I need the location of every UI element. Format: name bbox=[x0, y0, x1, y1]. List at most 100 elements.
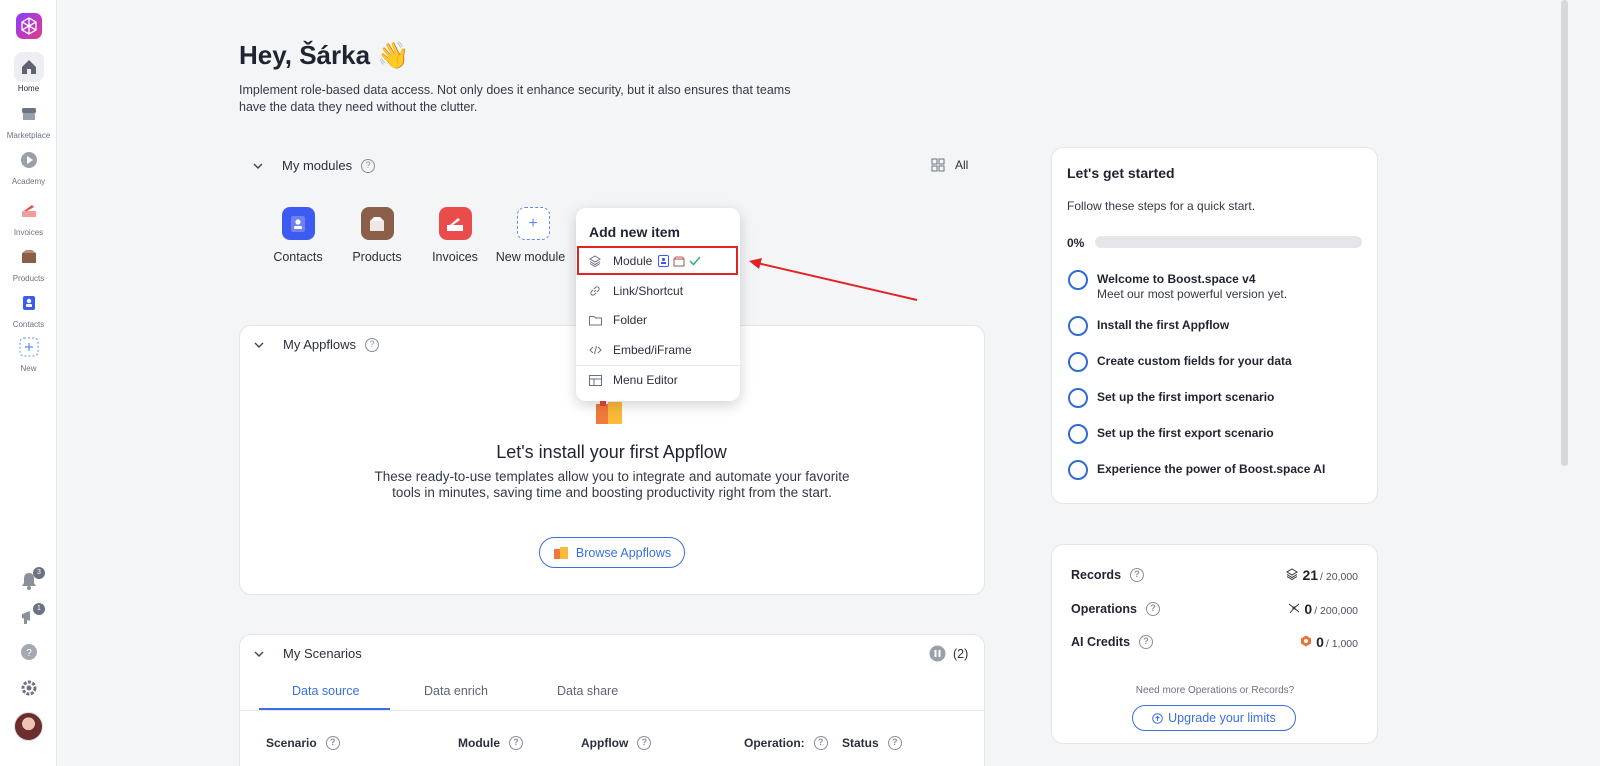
box-icon bbox=[360, 207, 394, 240]
menu-item-embed-iframe[interactable]: Embed/iFrame bbox=[576, 336, 740, 364]
usage-value: 21 bbox=[1302, 567, 1319, 583]
column-header-appflow[interactable]: Appflow? bbox=[581, 736, 652, 750]
tab-data-source[interactable]: Data source bbox=[292, 684, 359, 698]
help-icon[interactable]: ? bbox=[509, 736, 523, 750]
step-install-appflow[interactable]: Install the first Appflow bbox=[1068, 316, 1229, 336]
all-modules-button[interactable]: All bbox=[931, 158, 968, 172]
tab-data-share[interactable]: Data share bbox=[557, 684, 618, 698]
usage-label: Records bbox=[1071, 568, 1122, 582]
column-header-status[interactable]: Status? bbox=[842, 736, 902, 750]
new-module-button[interactable]: + New module bbox=[496, 207, 568, 264]
appflows-section-header[interactable]: My Appflows ? bbox=[253, 337, 379, 352]
add-new-item-menu: Add new item Module Link/Shortcut Folder… bbox=[576, 208, 740, 401]
home-icon bbox=[13, 52, 44, 82]
step-checkbox[interactable] bbox=[1068, 424, 1088, 444]
plus-icon: + bbox=[516, 207, 550, 240]
step-checkbox[interactable] bbox=[1068, 270, 1088, 290]
scenarios-title: My Scenarios bbox=[283, 646, 362, 661]
help-icon[interactable]: ? bbox=[364, 337, 379, 352]
module-invoices[interactable]: Invoices bbox=[420, 207, 490, 264]
usage-row-operations: Operations? 0/ 200,000 bbox=[1071, 601, 1358, 617]
help-button[interactable]: ? bbox=[0, 643, 57, 661]
ai-credit-icon bbox=[1301, 635, 1312, 647]
help-icon[interactable]: ? bbox=[1130, 568, 1145, 582]
notifications-badge: 3 bbox=[33, 567, 45, 579]
upgrade-limits-button[interactable]: Upgrade your limits bbox=[1132, 705, 1296, 731]
sidebar-item-home[interactable]: Home bbox=[0, 52, 57, 93]
usage-limit: / 200,000 bbox=[1314, 605, 1358, 617]
usage-limit: / 1,000 bbox=[1325, 638, 1358, 650]
menu-item-label: Menu Editor bbox=[613, 373, 678, 387]
sidebar-item-academy[interactable]: Academy bbox=[0, 145, 57, 186]
menu-title: Add new item bbox=[589, 224, 681, 240]
notifications-button[interactable]: 3 bbox=[0, 567, 57, 591]
usage-value: 0 bbox=[1304, 601, 1313, 617]
step-checkbox[interactable] bbox=[1068, 352, 1088, 372]
contact-icon bbox=[14, 288, 44, 318]
step-checkbox[interactable] bbox=[1068, 316, 1088, 336]
scenarios-section-header[interactable]: My Scenarios bbox=[253, 646, 362, 661]
column-label: Module bbox=[458, 736, 500, 750]
usage-label: AI Credits bbox=[1071, 635, 1131, 649]
help-icon: ? bbox=[20, 644, 37, 660]
table-icon bbox=[588, 373, 602, 387]
appflows-empty-description: These ready-to-use templates allow you t… bbox=[374, 469, 850, 500]
chevron-down-icon bbox=[254, 651, 264, 657]
step-boost-ai[interactable]: Experience the power of Boost.space AI bbox=[1068, 460, 1325, 480]
page-scrollbar[interactable] bbox=[1561, 0, 1568, 466]
appflows-title: My Appflows bbox=[283, 337, 356, 352]
help-icon[interactable]: ? bbox=[637, 736, 652, 750]
sidebar-item-invoices[interactable]: Invoices bbox=[0, 196, 57, 237]
step-welcome[interactable]: Welcome to Boost.space v4 Meet our most p… bbox=[1068, 270, 1287, 302]
module-products[interactable]: Products bbox=[342, 207, 412, 264]
help-icon[interactable]: ? bbox=[325, 736, 340, 750]
modules-title: My modules bbox=[282, 158, 353, 173]
menu-item-link-shortcut[interactable]: Link/Shortcut bbox=[576, 277, 740, 305]
step-checkbox[interactable] bbox=[1068, 460, 1088, 480]
link-icon bbox=[588, 284, 602, 298]
sidebar-item-label: Invoices bbox=[13, 228, 44, 237]
browse-appflows-button[interactable]: Browse Appflows bbox=[539, 537, 685, 568]
sidebar-item-new[interactable]: New bbox=[0, 332, 57, 373]
sidebar-item-contacts[interactable]: Contacts bbox=[0, 288, 57, 329]
help-icon[interactable]: ? bbox=[361, 158, 376, 173]
browse-appflows-label: Browse Appflows bbox=[575, 545, 672, 560]
page-title: Hey, Šárka 👋 bbox=[239, 40, 410, 70]
step-checkbox[interactable] bbox=[1068, 388, 1088, 408]
menu-item-folder[interactable]: Folder bbox=[576, 306, 740, 334]
user-avatar[interactable] bbox=[14, 712, 43, 741]
step-export-scenario[interactable]: Set up the first export scenario bbox=[1068, 424, 1274, 444]
layers-icon bbox=[1286, 568, 1299, 580]
sidebar-item-products[interactable]: Products bbox=[0, 242, 57, 283]
play-icon bbox=[14, 145, 44, 175]
settings-button[interactable] bbox=[0, 679, 57, 697]
announcements-button[interactable]: 1 bbox=[0, 603, 57, 627]
column-header-module[interactable]: Module? bbox=[458, 736, 523, 750]
getting-started-title: Let's get started bbox=[1067, 165, 1175, 181]
module-contacts[interactable]: Contacts bbox=[263, 207, 333, 264]
progress-percent: 0% bbox=[1067, 236, 1085, 250]
upgrade-limits-label: Upgrade your limits bbox=[1168, 711, 1276, 725]
step-import-scenario[interactable]: Set up the first import scenario bbox=[1068, 388, 1274, 408]
sidebar-item-marketplace[interactable]: Marketplace bbox=[0, 99, 57, 140]
tab-data-enrich[interactable]: Data enrich bbox=[424, 684, 488, 698]
pause-icon[interactable] bbox=[929, 645, 946, 662]
column-header-operations[interactable]: Operation:? bbox=[744, 736, 828, 750]
step-title: Install the first Appflow bbox=[1097, 318, 1230, 332]
sidebar-item-label: New bbox=[20, 364, 37, 373]
column-header-scenario[interactable]: Scenario? bbox=[266, 736, 340, 750]
all-label: All bbox=[955, 158, 969, 172]
column-label: Scenario bbox=[266, 736, 317, 750]
modules-section-header[interactable]: My modules ? bbox=[252, 158, 376, 173]
step-custom-fields[interactable]: Create custom fields for your data bbox=[1068, 352, 1292, 372]
usage-label: Operations bbox=[1071, 602, 1137, 616]
help-icon[interactable]: ? bbox=[813, 736, 828, 750]
menu-item-menu-editor[interactable]: Menu Editor bbox=[576, 366, 740, 394]
boost-space-logo[interactable] bbox=[16, 13, 42, 39]
help-icon[interactable]: ? bbox=[887, 736, 902, 750]
sidebar-item-label: Contacts bbox=[12, 320, 45, 329]
scenarios-counter: (2) bbox=[929, 645, 968, 662]
page-intro: Implement role-based data access. Not on… bbox=[239, 83, 791, 114]
help-icon[interactable]: ? bbox=[1139, 635, 1154, 649]
help-icon[interactable]: ? bbox=[1146, 602, 1160, 616]
